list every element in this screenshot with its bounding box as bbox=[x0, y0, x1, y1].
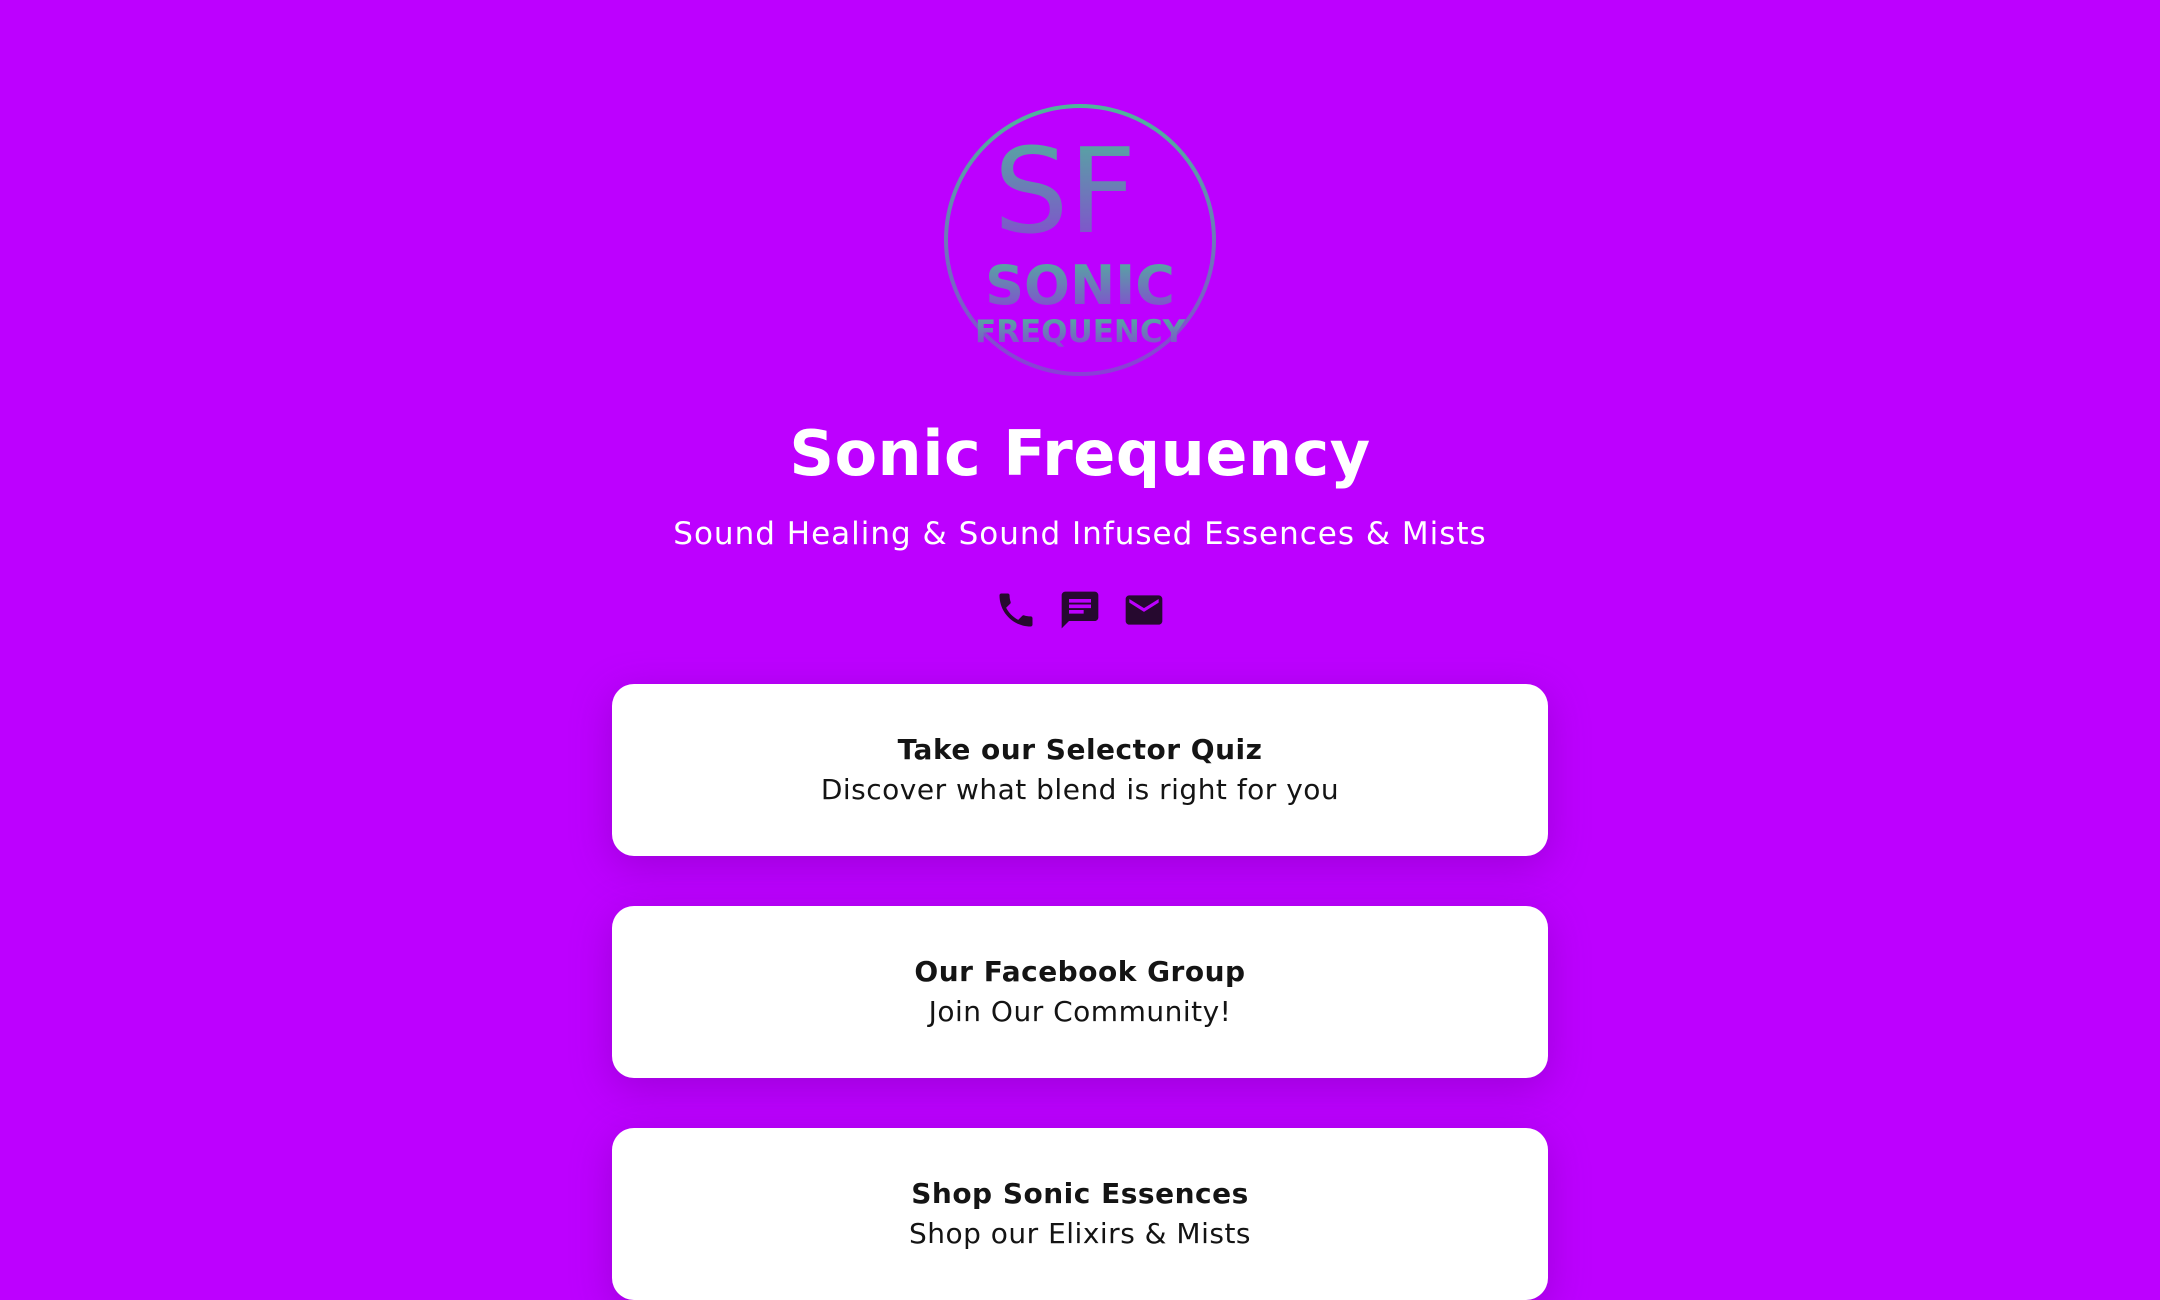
link-subtitle: Discover what blend is right for you bbox=[820, 773, 1340, 806]
phone-icon bbox=[999, 593, 1033, 627]
link-subtitle: Shop our Elixirs & Mists bbox=[908, 1217, 1252, 1250]
email-button[interactable] bbox=[1122, 584, 1166, 636]
link-title: Shop Sonic Essences bbox=[911, 1177, 1249, 1210]
phone-button[interactable] bbox=[994, 584, 1038, 636]
link-title: Our Facebook Group bbox=[914, 955, 1246, 988]
link-selector-quiz[interactable]: Take our Selector Quiz Discover what ble… bbox=[612, 684, 1548, 856]
logo-line-1: SONIC bbox=[985, 254, 1175, 317]
email-icon bbox=[1125, 595, 1163, 625]
profile-page: SF SONIC FREQUENCY Sonic Frequency Sound… bbox=[0, 0, 2160, 1300]
contact-icons bbox=[0, 584, 2160, 636]
link-facebook-group[interactable]: Our Facebook Group Join Our Community! bbox=[612, 906, 1548, 1078]
link-shop-sonic-essences[interactable]: Shop Sonic Essences Shop our Elixirs & M… bbox=[612, 1128, 1548, 1300]
sonic-frequency-logo: SF SONIC FREQUENCY bbox=[944, 104, 1216, 376]
logo-line-2: FREQUENCY bbox=[975, 314, 1186, 350]
link-title: Take our Selector Quiz bbox=[897, 733, 1263, 766]
message-icon bbox=[1061, 591, 1099, 629]
profile-name: Sonic Frequency bbox=[789, 417, 1371, 490]
logo-monogram: SF bbox=[994, 122, 1137, 260]
message-button[interactable] bbox=[1058, 584, 1102, 636]
link-subtitle: Join Our Community! bbox=[928, 995, 1232, 1028]
profile-tagline: Sound Healing & Sound Infused Essences &… bbox=[673, 516, 1487, 552]
